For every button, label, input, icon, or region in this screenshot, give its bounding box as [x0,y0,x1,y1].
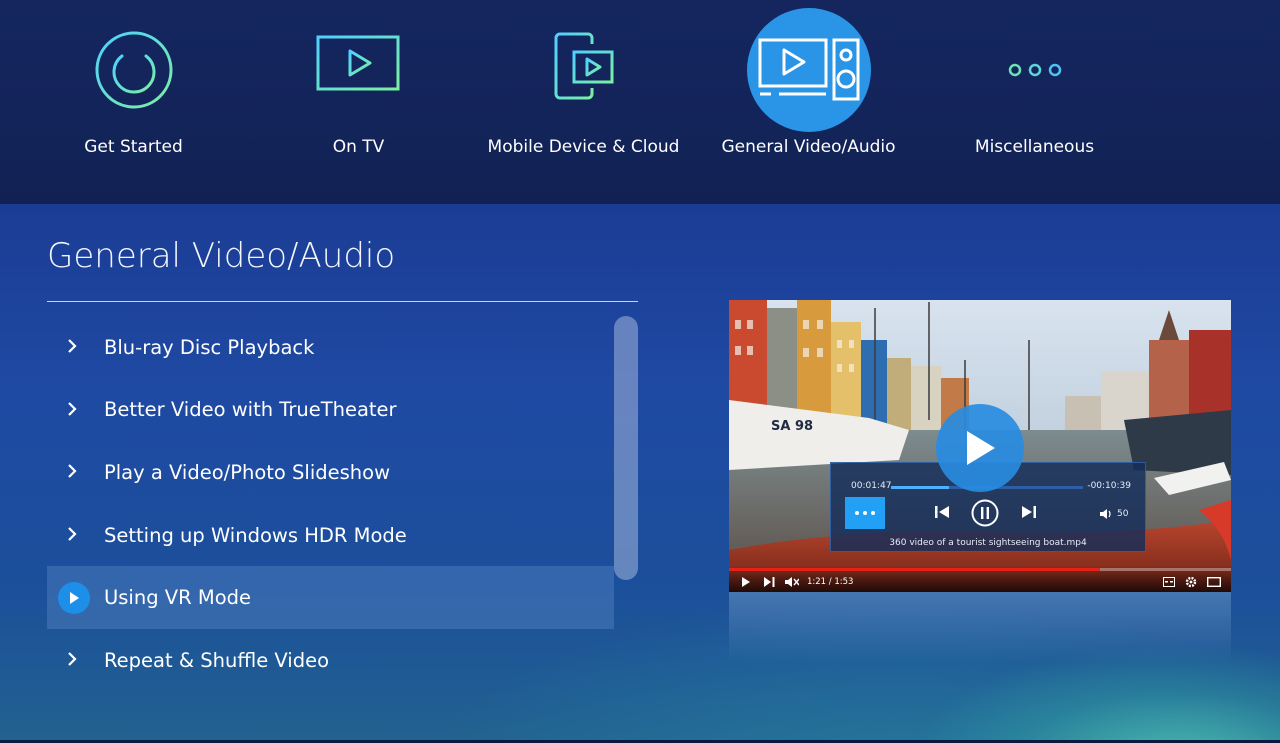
video-preview[interactable]: SA 98 00:01:47 -00:10:39 50 360 video of… [729,300,1231,592]
settings-gear-icon[interactable] [1185,576,1197,588]
svg-text:SA 98: SA 98 [771,419,813,434]
list-item-label: Using VR Mode [104,586,252,610]
nav-label: Mobile Device & Cloud [487,137,680,157]
embedded-play-icon[interactable] [741,577,751,587]
chevron-right-icon [65,464,79,479]
nav-mobile-device-cloud[interactable]: Mobile Device & Cloud [471,0,696,204]
nav-general-video-audio[interactable]: General Video/Audio [696,0,921,204]
chevron-right-icon [65,402,79,416]
list-item-label: Better Video with TrueTheater [104,398,397,422]
remaining-time: -00:10:39 [1087,481,1131,491]
play-icon [967,431,995,465]
elapsed-time: 00:01:47 [851,481,892,491]
list-item[interactable]: Repeat & Shuffle Video [47,629,614,692]
nav-get-started[interactable]: Get Started [21,0,246,204]
seek-progress [891,486,949,489]
pause-icon[interactable] [971,499,999,527]
captions-icon[interactable] [1163,577,1175,587]
chevron-right-icon [65,527,79,541]
list-item-label: Blu-ray Disc Playback [104,335,315,359]
top-navigation: Get Started On TV Mobile Device & Cloud … [0,0,1280,204]
topic-list: Blu-ray Disc Playback Better Video with … [47,316,614,692]
list-item[interactable]: Better Video with TrueTheater [47,379,614,442]
list-item-label: Setting up Windows HDR Mode [104,523,407,547]
list-item[interactable]: Blu-ray Disc Playback [47,316,614,379]
play-button[interactable] [936,404,1024,492]
next-icon[interactable] [1021,504,1037,520]
chevron-right-icon [65,339,79,354]
list-item-label: Play a Video/Photo Slideshow [104,460,391,484]
nav-label: Miscellaneous [974,137,1095,157]
nav-on-tv[interactable]: On TV [246,0,471,204]
chevron-right-icon [65,652,79,667]
page-title: General Video/Audio [47,236,396,276]
mute-icon[interactable] [785,576,799,588]
previous-icon[interactable] [934,504,950,520]
volume-level: 50 [1117,509,1129,519]
nav-label: Get Started [84,137,183,157]
video-audio-icon [746,8,871,132]
volume-icon[interactable] [1100,509,1112,519]
nav-label: General Video/Audio [721,137,896,157]
tv-icon [297,8,421,132]
list-item[interactable]: Play a Video/Photo Slideshow [47,441,614,504]
nav-miscellaneous[interactable]: Miscellaneous [922,0,1147,204]
embedded-time: 1:21 / 1:53 [807,577,854,587]
embedded-next-icon[interactable] [764,577,776,587]
list-item-label: Repeat & Shuffle Video [104,648,330,672]
more-options-button[interactable] [845,497,885,529]
mobile-cloud-icon [522,8,646,132]
nav-label: On TV [332,137,385,157]
embedded-progress[interactable] [729,568,1231,571]
title-divider [47,301,638,302]
theater-mode-icon[interactable] [1207,577,1221,587]
more-dots-icon [973,8,1097,132]
list-scrollbar[interactable] [614,316,638,580]
file-name: 360 video of a tourist sightseeing boat.… [889,538,1087,548]
list-item-selected[interactable]: Using VR Mode [47,566,614,629]
play-icon [58,581,90,614]
more-dots-icon [855,511,875,515]
preview-reflection [729,592,1231,662]
power-icon [72,8,196,132]
list-item[interactable]: Setting up Windows HDR Mode [47,504,614,567]
embedded-progress-fill [729,568,1101,571]
